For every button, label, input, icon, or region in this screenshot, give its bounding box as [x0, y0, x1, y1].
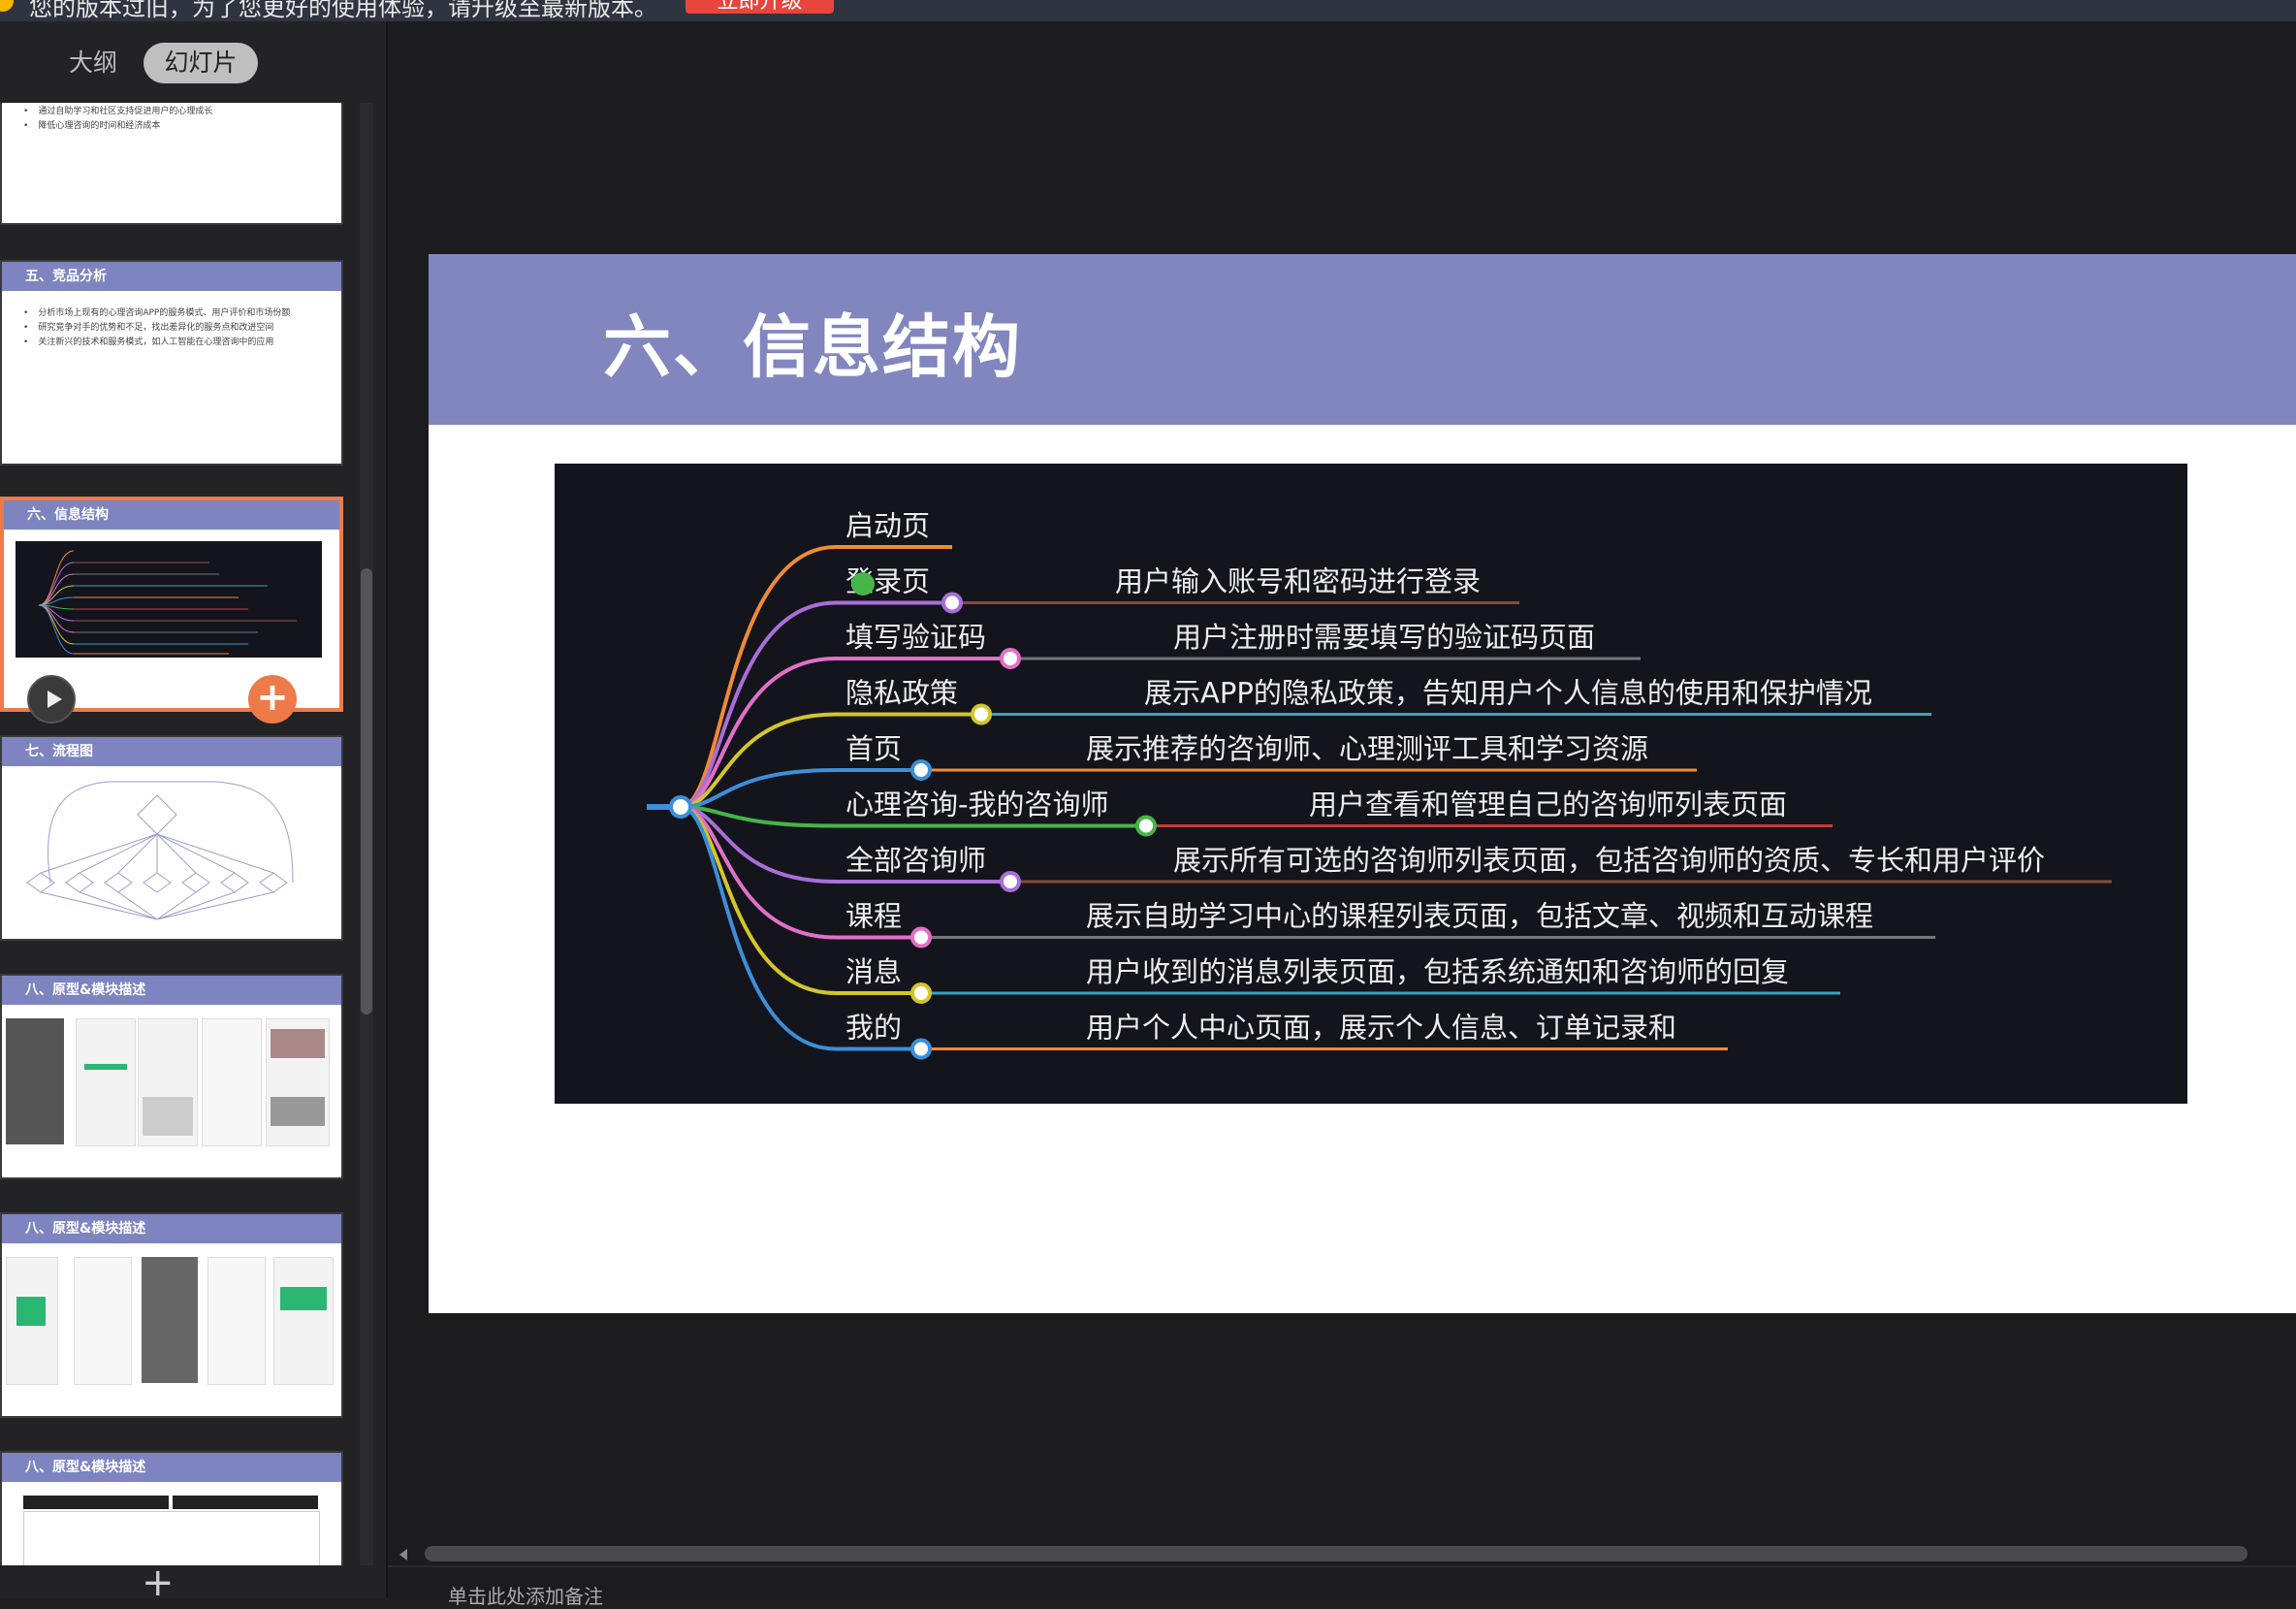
scroll-left-arrow-icon[interactable] — [399, 1549, 407, 1561]
mindmap-node-description: 用户个人中心页面，展示个人信息、订单记录和 — [1086, 1012, 1676, 1045]
mindmap-node-description: 展示自助学习中心的课程列表页面，包括文章、视频和互动课程 — [1086, 900, 1873, 933]
slide-thumbnail-4[interactable]: 通过自助学习和社区支持促进用户的心理成长 降低心理咨询的时间和经济成本 — [0, 103, 343, 225]
slide-thumbnail-8[interactable]: 八、原型&模块描述 — [0, 974, 343, 1179]
mindmap-node-label: 隐私政策 — [845, 677, 958, 710]
thumbnail-table-header — [173, 1496, 318, 1509]
view-tabs: 大纲 幻灯片 — [0, 21, 386, 109]
thumbnail-phone — [76, 1018, 136, 1146]
thumbnail-mindmap — [16, 541, 322, 658]
tab-outline[interactable]: 大纲 — [52, 43, 134, 83]
warning-icon — [0, 0, 14, 12]
mindmap-node-dot — [910, 926, 932, 949]
mindmap-node-description: 展示所有可选的咨询师列表页面，包括咨询师的资质、专长和用户评价 — [1173, 844, 2045, 877]
thumbnail-phone — [207, 1257, 266, 1385]
thumbnail-phone — [142, 1257, 198, 1383]
thumbnail-flowchart — [26, 781, 294, 920]
mindmap-node-dot — [1000, 871, 1021, 892]
thumbnail-bullets: 分析市场上现有的心理咨询APP的服务模式、用户评价和市场份额 研究竞争对手的优势… — [23, 306, 290, 350]
mindmap-image[interactable]: 启动页 登录页 用户输入账号和密码进行登录 填写验证码 用户注册时需要填写的验证码页面隐… — [555, 464, 2187, 1104]
mindmap-node-dot — [910, 982, 932, 1004]
mindmap-node-label: 我的 — [845, 1012, 902, 1045]
mindmap-node-dot — [910, 1038, 932, 1060]
thumbnail-phone — [74, 1257, 132, 1385]
slide-thumbnail-9[interactable]: 八、原型&模块描述 — [0, 1212, 343, 1418]
thumbnail-phone — [6, 1257, 58, 1385]
slide-thumbnail-7[interactable]: 七、流程图 — [0, 735, 343, 941]
mindmap-root-node — [669, 795, 692, 819]
mindmap-node-label: 首页 — [845, 732, 902, 765]
thumbnail-phone — [202, 1018, 262, 1146]
mindmap-branch — [680, 805, 837, 1051]
slide-thumbnail-10[interactable]: 八、原型&模块描述 — [0, 1451, 343, 1565]
mindmap-marker-dot — [851, 572, 875, 595]
thumbnail-table-header — [23, 1496, 169, 1509]
thumbnail-image — [6, 1018, 64, 1144]
sidebar-scrollbar[interactable] — [360, 103, 373, 1565]
mindmap-branch — [680, 805, 837, 884]
slide-thumbnail-list[interactable]: 通过自助学习和社区支持促进用户的心理成长 降低心理咨询的时间和经济成本 五、竞品… — [0, 103, 351, 1565]
thumbnail-title: 六、信息结构 — [4, 500, 339, 530]
mindmap-node-dot — [971, 703, 992, 725]
mindmap-branch — [680, 545, 837, 809]
update-message: 您的版本过旧，为了您更好的使用体验，请升级至最新版本。 — [29, 0, 657, 21]
mindmap-node-description: 展示APP的隐私政策，告知用户个人信息的使用和保护情况 — [1144, 677, 1872, 710]
mindmap-node-label: 心理咨询-我的咨询师 — [845, 788, 1108, 821]
thumbnail-title: 八、原型&模块描述 — [2, 1453, 341, 1482]
play-slide-button[interactable] — [27, 675, 76, 724]
update-banner: 您的版本过旧，为了您更好的使用体验，请升级至最新版本。 立即升级 — [0, 0, 2296, 22]
slide-title[interactable]: 六、信息结构 — [603, 293, 1022, 391]
thumbnail-title: 七、流程图 — [2, 737, 341, 766]
mindmap-node-label: 填写验证码 — [845, 621, 986, 654]
mindmap-node-label: 全部咨询师 — [845, 844, 986, 877]
thumbnail-title: 八、原型&模块描述 — [2, 1214, 341, 1243]
thumbnail-table — [23, 1511, 320, 1565]
tab-slides[interactable]: 幻灯片 — [144, 43, 258, 83]
scrollbar-thumb[interactable] — [361, 568, 372, 1014]
notes-placeholder[interactable]: 单击此处添加备注 — [448, 1581, 603, 1609]
thumbnail-title: 五、竞品分析 — [2, 262, 341, 291]
mindmap-node-dot — [941, 592, 963, 614]
horizontal-scrollbar-thumb[interactable] — [425, 1546, 2248, 1561]
mindmap-svg: 启动页登录页 用户输入账号和密码进行登录填写验证码 用户注册时需要填写的验证码页面隐… — [647, 509, 2112, 1060]
mindmap-node-description: 用户查看和管理自己的咨询师列表页面 — [1309, 788, 1787, 821]
mindmap-node-label: 启动页 — [845, 509, 930, 542]
thumbnail-phone — [273, 1257, 334, 1385]
mindmap-node-dot — [910, 759, 932, 781]
slide-thumbnail-5[interactable]: 五、竞品分析 分析市场上现有的心理咨询APP的服务模式、用户评价和市场份额 研究… — [0, 260, 343, 466]
current-slide[interactable]: 六、信息结构 启动页 登录页 用户输入账号和密码进行登录 填写验证码 用户注册时需要填写… — [429, 254, 2296, 1313]
add-slide-button[interactable]: + — [248, 675, 297, 724]
mindmap-node-dot — [1135, 815, 1157, 837]
mindmap-node-description: 用户收到的消息列表页面，包括系统通知和咨询师的回复 — [1086, 955, 1789, 988]
mindmap-node-label: 课程 — [845, 900, 902, 933]
thumbnail-bullets: 通过自助学习和社区支持促进用户的心理成长 降低心理咨询的时间和经济成本 — [23, 105, 212, 134]
upgrade-button[interactable]: 立即升级 — [686, 0, 834, 14]
horizontal-scrollbar[interactable] — [388, 1542, 2296, 1565]
thumbnail-phone — [138, 1018, 198, 1146]
thumbnail-phone — [266, 1018, 330, 1146]
mindmap-node-label: 消息 — [845, 955, 902, 988]
mindmap-node-dot — [1000, 648, 1021, 669]
thumbnail-title: 八、原型&模块描述 — [2, 976, 341, 1005]
mindmap-node-description: 展示推荐的咨询师、心理测评工具和学习资源 — [1086, 732, 1648, 765]
speaker-notes[interactable]: 单击此处添加备注 — [388, 1565, 2296, 1608]
add-slide-plus-icon[interactable]: + — [142, 1563, 175, 1602]
mindmap-node-description: 用户输入账号和密码进行登录 — [1115, 565, 1481, 598]
mindmap-node-description: 用户注册时需要填写的验证码页面 — [1173, 621, 1595, 654]
